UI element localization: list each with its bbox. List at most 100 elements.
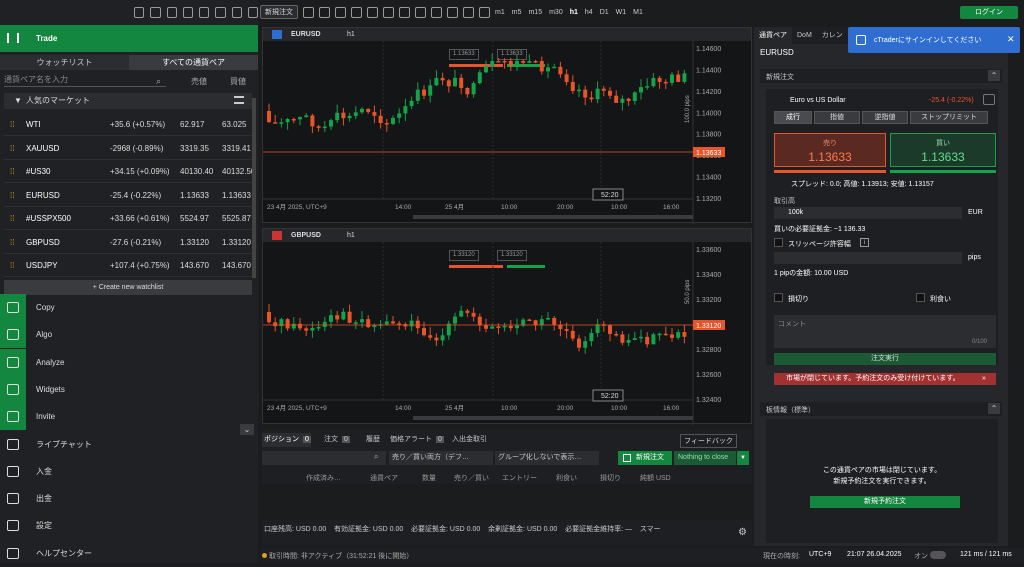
candlestick-chart[interactable]: 1.14600 1.14400 1.14200 1.14000 1.13800 1.136…: [263, 41, 753, 224]
share-icon[interactable]: [983, 94, 995, 105]
timeframe-D1[interactable]: D1: [600, 9, 609, 16]
timeframe-m30[interactable]: m30: [549, 9, 563, 16]
chart-symbol[interactable]: EURUSD: [291, 31, 321, 38]
timeframe-m5[interactable]: m5: [512, 9, 522, 16]
layout-split-icon[interactable]: [335, 6, 346, 18]
timeframe-h1[interactable]: h1: [570, 9, 578, 16]
drag-handle-icon[interactable]: ⁞⁞: [10, 120, 14, 129]
feedback-button[interactable]: フィードバック: [680, 434, 737, 448]
nav-item-analyze[interactable]: Analyze: [0, 348, 258, 376]
scrollbar[interactable]: [252, 98, 256, 278]
drag-handle-icon[interactable]: ⁞⁞: [10, 144, 14, 153]
create-watchlist-button[interactable]: + Create new watchlist: [4, 280, 252, 295]
column-header[interactable]: 作成済み…: [306, 473, 341, 483]
facebook-icon[interactable]: [431, 6, 442, 18]
menu-icon[interactable]: [199, 7, 210, 18]
slippage-checkbox[interactable]: [774, 238, 783, 247]
watchlist-row[interactable]: ⁞⁞ XAUUSD -2968 (-0.89%) 3319.35 3319.41: [4, 137, 252, 160]
sell-button[interactable]: 売り 1.13633: [774, 133, 886, 167]
order-type-1[interactable]: 指値: [814, 111, 860, 124]
order-type-3[interactable]: ストップリミット: [910, 111, 988, 124]
take-profit-checkbox[interactable]: [916, 293, 925, 302]
chevron-right-icon[interactable]: »: [982, 373, 986, 385]
chart-scrollbar[interactable]: [413, 215, 693, 219]
close-icon[interactable]: ✕: [1007, 34, 1015, 45]
stop-loss-checkbox[interactable]: [774, 293, 783, 302]
tab-dom[interactable]: DoM: [792, 27, 817, 44]
comment-input[interactable]: コメント 0/100: [774, 315, 996, 348]
positions-tab-3[interactable]: 価格アラート 0: [388, 433, 444, 447]
group-filter[interactable]: グループ化しないで表示…: [495, 451, 599, 465]
indicator-icon[interactable]: [447, 6, 458, 18]
volume-input[interactable]: 100k: [774, 207, 962, 219]
column-header[interactable]: 数量: [422, 473, 436, 483]
tab-all-symbols[interactable]: すべての通貨ペア: [129, 55, 258, 70]
info-icon[interactable]: i: [860, 238, 869, 247]
tab-watchlist[interactable]: ウォッチリスト: [0, 55, 129, 70]
search-field[interactable]: ⌕: [262, 451, 386, 465]
nav-item-widgets[interactable]: Widgets: [0, 375, 258, 403]
collapse-icon[interactable]: ▼: [14, 93, 22, 109]
timeframe-m1[interactable]: m1: [495, 9, 505, 16]
expand-icon[interactable]: ⌄: [240, 424, 254, 435]
tab-calendar[interactable]: カレン: [817, 27, 848, 44]
side-filter[interactable]: 売り／買い両方（デフ…: [389, 451, 493, 465]
watchlist-row[interactable]: ⁞⁞ WTI +35.6 (+0.57%) 62.917 63.025: [4, 113, 252, 136]
candle-type-icon[interactable]: [415, 6, 426, 18]
sound-icon[interactable]: [231, 7, 242, 18]
drag-handle-icon[interactable]: ⁞⁞: [10, 191, 14, 200]
login-button[interactable]: ログイン: [960, 6, 1018, 19]
timezone[interactable]: UTC+9: [809, 551, 831, 558]
eye-icon[interactable]: [463, 6, 474, 18]
drag-handle-icon[interactable]: ⁞⁞: [10, 261, 14, 270]
column-header[interactable]: エントリー: [502, 473, 537, 483]
chart-symbol[interactable]: GBPUSD: [291, 232, 321, 239]
order-type-2[interactable]: 逆指値: [862, 111, 908, 124]
drag-handle-icon[interactable]: ⁞⁞: [10, 238, 14, 247]
dropdown-icon[interactable]: ▼: [737, 451, 749, 465]
timeframe-m15[interactable]: m15: [528, 9, 542, 16]
sign-in-toast[interactable]: cTraderにサインインしてください ✕: [848, 27, 1020, 53]
nav-item-invite[interactable]: Invite: [0, 403, 258, 431]
close-all-button[interactable]: Nothing to close: [674, 451, 736, 465]
new-order-button[interactable]: 新規注文: [260, 5, 298, 19]
positions-tab-0[interactable]: ポジション 0: [262, 433, 311, 447]
trade-tab[interactable]: Trade: [0, 25, 258, 52]
new-order-button-bottom[interactable]: 新規注文: [618, 451, 672, 465]
column-header[interactable]: 損切り: [600, 473, 621, 483]
tools-icon[interactable]: [479, 6, 490, 18]
symbol-search-input[interactable]: 通貨ペア名を入力: [4, 73, 166, 87]
drag-handle-icon[interactable]: ⁞⁞: [10, 167, 14, 176]
nav-item-chat[interactable]: ライブチャット: [0, 431, 258, 458]
positions-tab-2[interactable]: 履歴: [364, 433, 380, 447]
layout-grid-icon[interactable]: [351, 6, 362, 18]
drag-handle-icon[interactable]: ⁞⁞: [10, 214, 14, 223]
popular-markets-header[interactable]: ▼ 人気のマーケット: [4, 93, 252, 109]
nav-item-algo[interactable]: Algo: [0, 321, 258, 349]
watchlist-row[interactable]: ⁞⁞ GBPUSD -27.6 (-0.21%) 1.33120 1.33120: [4, 231, 252, 254]
buy-button[interactable]: 買い 1.13633: [890, 133, 996, 167]
zoom-out-icon[interactable]: [399, 6, 410, 18]
toggle[interactable]: [930, 551, 946, 559]
news-icon[interactable]: [215, 7, 226, 18]
alert-icon[interactable]: [150, 7, 161, 18]
watchlist-row[interactable]: ⁞⁞ #USSPX500 +33.66 (+0.61%) 5524.97 5525.87: [4, 207, 252, 230]
nav-item-deposit[interactable]: 入金: [0, 458, 258, 485]
new-pending-order-button[interactable]: 新規予約注文: [810, 496, 960, 508]
column-header[interactable]: 純額 USD: [640, 473, 671, 483]
tab-symbol[interactable]: 通貨ペア: [754, 27, 792, 44]
order-type-0[interactable]: 成行: [774, 111, 812, 124]
column-header[interactable]: 通貨ペア: [370, 473, 398, 483]
watchlist-row[interactable]: ⁞⁞ USDJPY +107.4 (+0.75%) 143.670 143.670: [4, 254, 252, 277]
chart-panel-gbpusd[interactable]: GBPUSD h1 1.33120 1.33120 1.33600 1.33400…: [262, 228, 752, 425]
chart-scrollbar[interactable]: [413, 416, 693, 420]
column-header[interactable]: 利食い: [556, 473, 577, 483]
settings-icon[interactable]: ⚙: [738, 527, 747, 538]
layout-single-icon[interactable]: [319, 6, 330, 18]
execute-order-button[interactable]: 注文実行: [774, 353, 996, 365]
mail-icon[interactable]: [134, 7, 145, 18]
column-header[interactable]: 売り／買い: [454, 473, 489, 483]
nav-item-copy[interactable]: Copy: [0, 294, 258, 321]
timeframe-M1[interactable]: M1: [633, 9, 643, 16]
camera-icon[interactable]: [166, 7, 177, 18]
